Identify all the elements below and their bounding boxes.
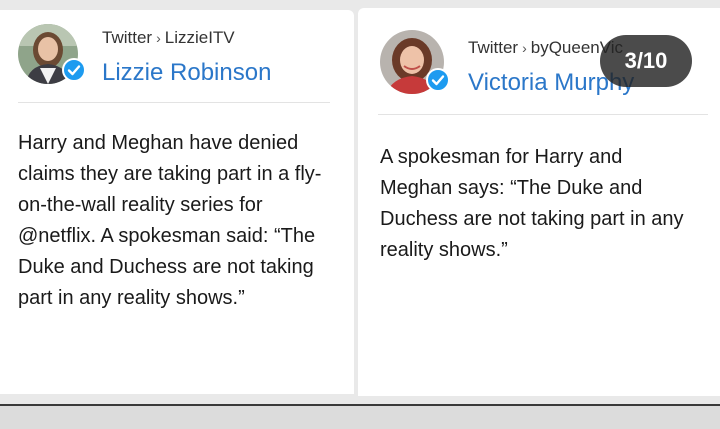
source-account: LizzieITV xyxy=(164,28,235,47)
tweet-source[interactable]: Twitter › LizzieITV xyxy=(102,28,235,48)
tweet-text: Harry and Meghan have denied claims they… xyxy=(18,132,322,309)
author-name[interactable]: Lizzie Robinson xyxy=(102,59,271,87)
source-platform: Twitter xyxy=(102,28,153,47)
divider xyxy=(18,102,330,103)
bottom-bar xyxy=(0,404,720,429)
chevron-right-icon: › xyxy=(522,40,527,56)
slide-counter-badge: 3/10 xyxy=(600,35,692,87)
divider xyxy=(378,114,708,115)
source-platform: Twitter xyxy=(468,38,519,57)
tweet-text: A spokesman for Harry and Meghan says: “… xyxy=(380,146,684,261)
verified-icon xyxy=(426,68,450,92)
verified-icon xyxy=(62,58,86,82)
chevron-right-icon: › xyxy=(156,30,161,46)
tweet-card-lizzie[interactable]: Twitter › LizzieITV Lizzie Robinson Harry … xyxy=(0,10,354,394)
